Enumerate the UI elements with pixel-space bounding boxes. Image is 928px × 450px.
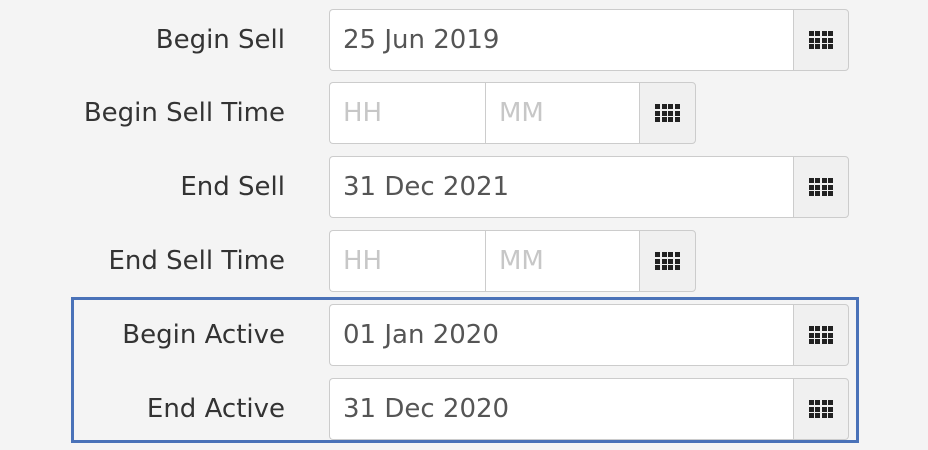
end-active-calendar-button[interactable] — [793, 378, 849, 440]
begin-active-label: Begin Active — [122, 320, 285, 350]
end-sell-time-picker-button[interactable] — [639, 230, 696, 292]
end-sell-time-label: End Sell Time — [108, 246, 285, 276]
calendar-grid-icon — [808, 31, 834, 49]
end-sell-hours-input[interactable]: HH — [329, 230, 485, 292]
end-sell-row: End Sell 31 Dec 2021 — [0, 156, 928, 218]
end-sell-calendar-button[interactable] — [793, 156, 849, 218]
end-active-label: End Active — [146, 394, 285, 424]
begin-sell-row: Begin Sell 25 Jun 2019 — [0, 9, 928, 71]
calendar-grid-icon — [655, 252, 680, 270]
begin-sell-time-label: Begin Sell Time — [83, 98, 285, 128]
begin-sell-hours-input[interactable]: HH — [329, 82, 485, 144]
begin-sell-calendar-button[interactable] — [793, 9, 849, 71]
end-sell-minutes-input[interactable]: MM — [485, 230, 639, 292]
end-active-row: End Active 31 Dec 2020 — [0, 378, 928, 440]
end-active-date-input[interactable]: 31 Dec 2020 — [329, 378, 793, 440]
begin-sell-time-row: Begin Sell Time HH MM — [0, 82, 928, 144]
begin-sell-minutes-input[interactable]: MM — [485, 82, 639, 144]
begin-active-calendar-button[interactable] — [793, 304, 849, 366]
end-sell-label: End Sell — [180, 172, 285, 202]
begin-active-row: Begin Active 01 Jan 2020 — [0, 304, 928, 366]
calendar-grid-icon — [808, 178, 834, 196]
begin-sell-date-input[interactable]: 25 Jun 2019 — [329, 9, 793, 71]
calendar-grid-icon — [808, 326, 834, 344]
begin-sell-time-picker-button[interactable] — [639, 82, 696, 144]
end-sell-time-row: End Sell Time HH MM — [0, 230, 928, 292]
begin-sell-label: Begin Sell — [155, 25, 285, 55]
calendar-grid-icon — [655, 104, 680, 122]
calendar-grid-icon — [808, 400, 834, 418]
end-sell-date-input[interactable]: 31 Dec 2021 — [329, 156, 793, 218]
begin-active-date-input[interactable]: 01 Jan 2020 — [329, 304, 793, 366]
